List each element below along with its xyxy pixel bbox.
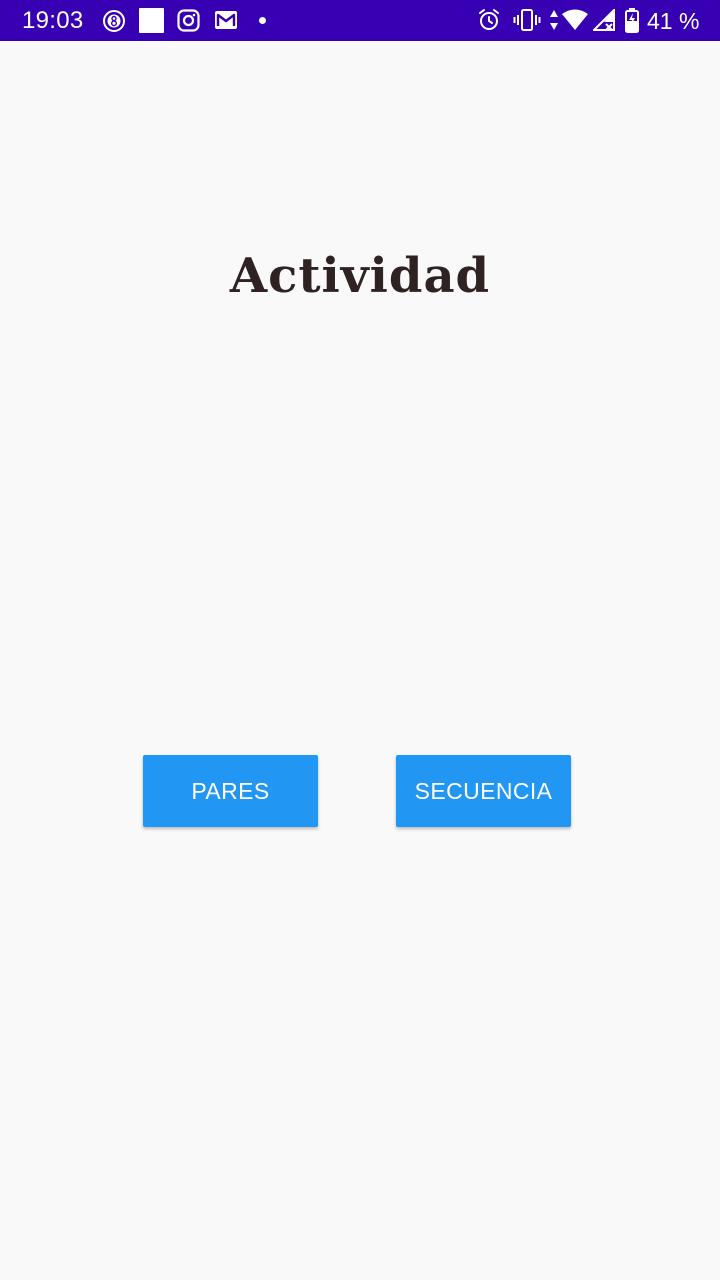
vibrate-icon bbox=[513, 9, 541, 31]
secuencia-button[interactable]: SECUENCIA bbox=[396, 755, 571, 827]
alarm-icon bbox=[479, 9, 499, 30]
data-arrows-icon bbox=[550, 10, 558, 30]
gmail-icon bbox=[215, 11, 237, 29]
instagram-icon bbox=[177, 9, 200, 32]
status-time: 19:03 bbox=[22, 7, 84, 34]
pares-button[interactable]: PARES bbox=[143, 755, 318, 827]
blank-square-icon bbox=[139, 8, 164, 33]
dot-icon bbox=[259, 17, 266, 24]
main-content: Actividad PARES SECUENCIA bbox=[0, 41, 720, 1280]
battery-percentage: 41 % bbox=[647, 8, 700, 34]
badge-8-icon bbox=[103, 10, 125, 32]
status-bar: 19:03 41 % bbox=[0, 0, 720, 41]
wifi-icon bbox=[562, 9, 588, 30]
battery-icon bbox=[625, 8, 639, 33]
signal-no-service-icon bbox=[593, 9, 615, 31]
page-title: Actividad bbox=[229, 248, 491, 304]
